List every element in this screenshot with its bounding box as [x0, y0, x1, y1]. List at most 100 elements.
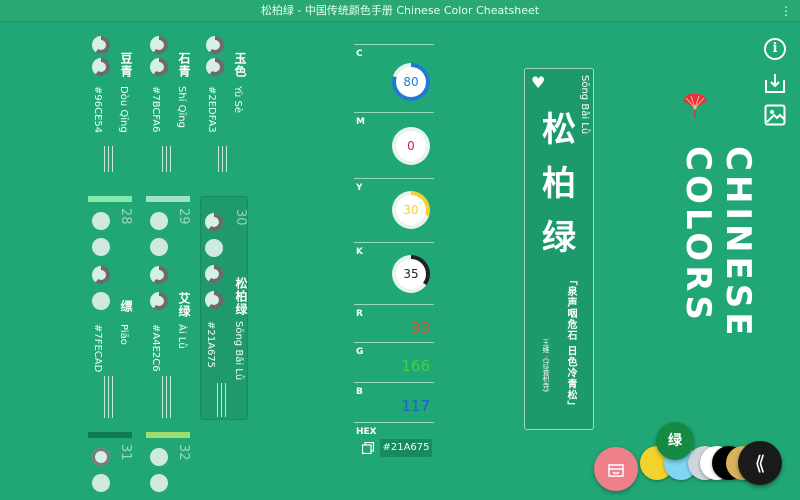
collapse-button[interactable]: ⟪ [738, 441, 782, 485]
black-gauge: 35 [392, 255, 430, 293]
cmyk-dot-icon [92, 58, 110, 76]
cmyk-dot-icon [206, 36, 224, 54]
magenta-gauge: 0 [392, 127, 430, 165]
color-card-shiqing[interactable]: 石青 #7BCFA6 Shí Qīng [146, 22, 191, 172]
cmyk-dot-icon [150, 238, 168, 256]
color-card-31[interactable]: 31 [88, 432, 133, 500]
cmyk-dot-icon [92, 292, 110, 310]
color-card-songbailv-selected[interactable]: 30 松柏绿 #21A675 Sōng Bǎi Lǜ [200, 196, 248, 420]
cmyk-dot-icon [205, 239, 223, 257]
color-bar [88, 196, 132, 202]
rgb-label: B [356, 387, 363, 397]
cyan-gauge: 80 [392, 63, 430, 101]
cmyk-dot-icon [150, 58, 168, 76]
color-name: 玉色 [233, 52, 247, 78]
title-char: 绿 [542, 218, 576, 258]
cmyk-dot-icon [92, 212, 110, 230]
color-number: 29 [176, 208, 191, 225]
poem-author: 王维 ·《过香积寺》 [542, 339, 550, 396]
color-card-douqing[interactable]: 豆青 #96CE54 Dòu Qīng [88, 22, 133, 172]
poem-verse: 「泉声咽危石 日色冷青松」 [565, 275, 576, 412]
share-button[interactable] [594, 447, 638, 491]
cmyk-dot-icon [150, 474, 168, 492]
heart-icon[interactable]: ♥ [531, 75, 545, 91]
image-icon[interactable] [764, 104, 786, 126]
window-title: 松柏绿 - 中国传统颜色手册 Chinese Color Cheatsheet [260, 4, 540, 17]
window-titlebar: 松柏绿 - 中国传统颜色手册 Chinese Color Cheatsheet … [0, 0, 800, 22]
title-char: 柏 [542, 164, 576, 204]
color-card-ailv[interactable]: 29 艾绿 #A4E2C6 Ài Lǜ [146, 196, 191, 418]
cmyk-dot-icon [92, 474, 110, 492]
color-pinyin: Yù Sè [232, 86, 243, 113]
color-pinyin: Ài Lǜ [176, 324, 187, 349]
color-card-32[interactable]: 32 [146, 432, 191, 500]
color-pinyin: Piāo [118, 324, 129, 345]
rgb-row-r: R 33 [354, 304, 434, 342]
rgb-value: 166 [401, 357, 430, 375]
color-pinyin: Dòu Qīng [118, 86, 129, 133]
color-number: 31 [118, 444, 133, 461]
more-menu-icon[interactable]: ⋮ [780, 0, 792, 22]
color-stripes [217, 383, 231, 417]
color-stripes [104, 146, 118, 172]
color-hex: #2EDFA3 [206, 86, 217, 133]
hex-label: HEX [356, 427, 377, 437]
cmyk-row-y: Y 30 [354, 178, 434, 242]
color-card-yuse[interactable]: 玉色 #2EDFA3 Yù Sè [202, 22, 247, 172]
rgb-row-b: B 117 [354, 382, 434, 422]
rgb-value: 117 [401, 397, 430, 415]
cmyk-dot-icon [205, 265, 223, 283]
cmyk-dot-icon [150, 448, 168, 466]
color-bar [88, 432, 132, 438]
color-number: 30 [233, 209, 248, 226]
hex-value[interactable]: #21A675 [380, 439, 432, 457]
cmyk-label: C [356, 49, 363, 59]
fan-logo-icon [683, 94, 707, 118]
rgb-label: G [356, 347, 364, 357]
cmyk-dot-icon [92, 266, 110, 284]
color-hex: #A4E2C6 [150, 324, 161, 372]
cmyk-dot-icon [150, 292, 168, 310]
copy-icon[interactable] [362, 442, 374, 454]
download-icon[interactable] [764, 72, 786, 94]
color-name: 松柏绿 [234, 277, 248, 316]
poem-pinyin: Sōng Bǎi Lǜ [579, 75, 590, 135]
color-pinyin: Sōng Bǎi Lǜ [233, 321, 244, 381]
color-number: 28 [118, 208, 133, 225]
gauge-value: 0 [396, 131, 426, 161]
rgb-value: 33 [410, 319, 430, 337]
gift-icon [608, 464, 624, 477]
color-category-button[interactable]: 绿 [656, 422, 694, 460]
cmyk-label: M [356, 117, 365, 127]
rgb-row-g: G 166 [354, 342, 434, 382]
cmyk-dot-icon [206, 58, 224, 76]
color-stripes [218, 146, 232, 172]
color-pinyin: Shí Qīng [176, 86, 187, 128]
color-stripes [162, 376, 176, 418]
cmyk-dot-icon [150, 212, 168, 230]
cmyk-label: K [356, 247, 363, 257]
color-hex: #7FECAD [92, 324, 103, 373]
color-number: 32 [176, 444, 191, 461]
color-name: 艾绿 [177, 292, 191, 318]
cmyk-dot-icon [150, 266, 168, 284]
cmyk-dot-icon [150, 36, 168, 54]
cmyk-row-m: M 0 [354, 112, 434, 178]
color-card-piao[interactable]: 28 缥 #7FECAD Piāo [88, 196, 133, 418]
color-stripes [104, 376, 118, 418]
yellow-gauge: 30 [392, 191, 430, 229]
cmyk-dot-icon [92, 448, 110, 466]
poem-card: ♥ Sōng Bǎi Lǜ 松 柏 绿 「泉声咽危石 日色冷青松」 王维 ·《过… [524, 68, 594, 430]
divider [354, 422, 434, 423]
title-char: 松 [542, 110, 576, 150]
rgb-label: R [356, 309, 363, 319]
color-hex: #7BCFA6 [150, 86, 161, 133]
color-hex: #21A675 [205, 321, 216, 369]
info-icon[interactable]: i [764, 38, 786, 60]
gauge-value: 80 [396, 67, 426, 97]
cmyk-dot-icon [92, 36, 110, 54]
cmyk-dot-icon [92, 238, 110, 256]
cmyk-dot-icon [205, 291, 223, 309]
cmyk-row-k: K 35 [354, 242, 434, 304]
color-name: 缥 [119, 300, 133, 313]
